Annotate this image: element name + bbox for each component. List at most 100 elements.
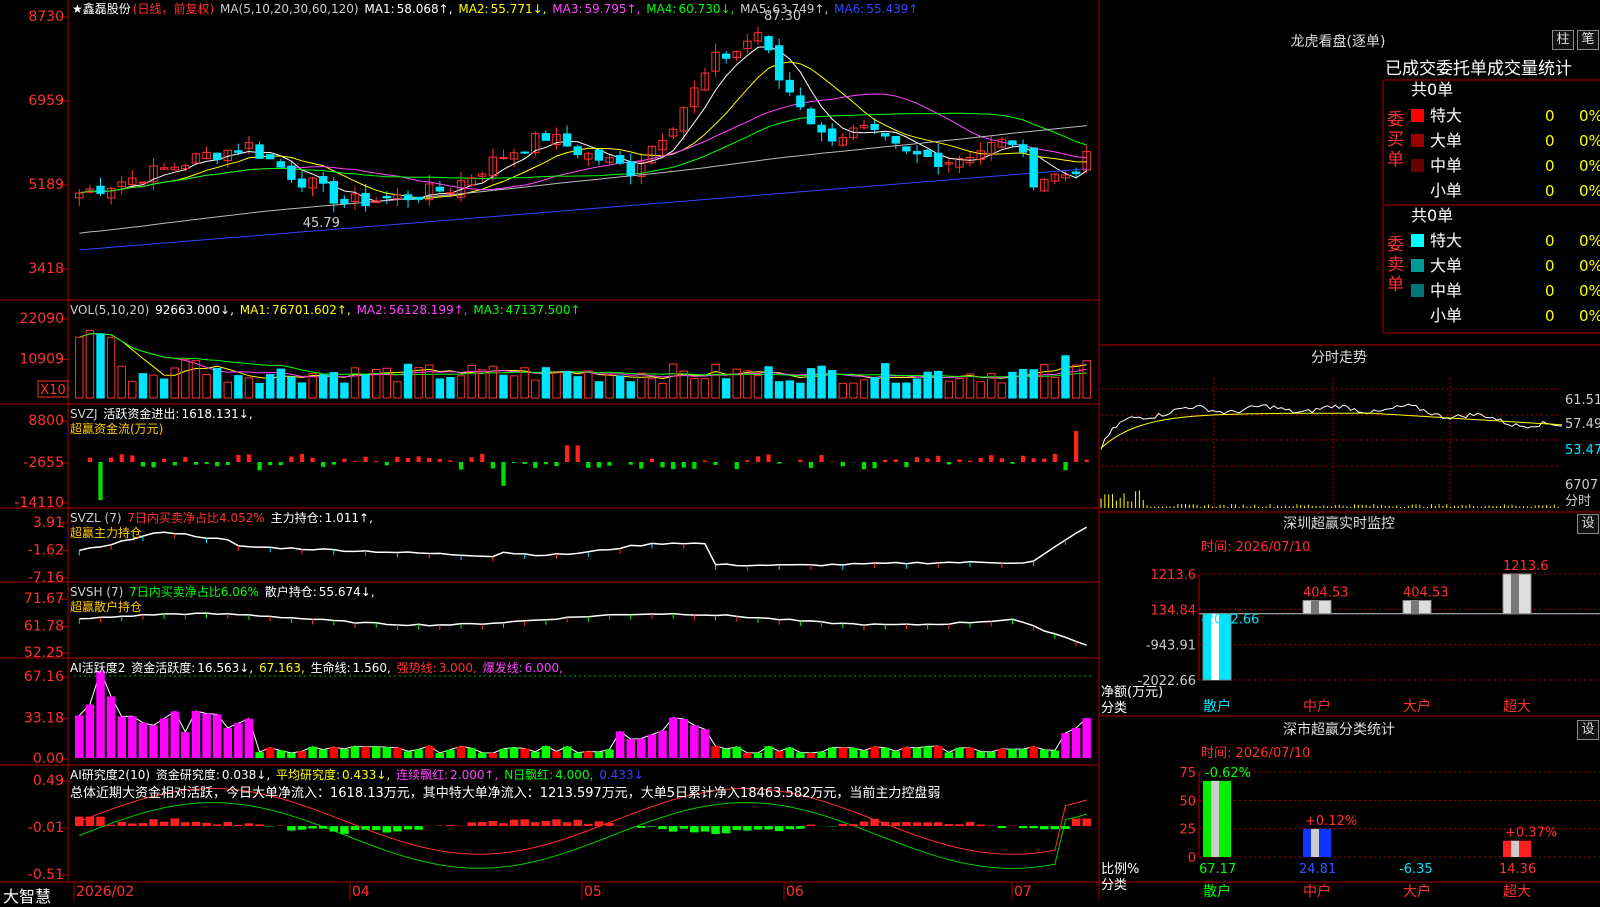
buy-row-pct: 0% xyxy=(1579,156,1600,176)
volume-bar xyxy=(595,382,602,398)
x-axis-label: 05 xyxy=(584,884,602,900)
ai-nred-label: N日飘红: xyxy=(504,768,553,782)
tab-zhu[interactable]: 柱 xyxy=(1552,30,1574,50)
buy-row-count: 0 xyxy=(1545,156,1555,176)
intraday-price-line xyxy=(1101,404,1562,449)
volume-bar xyxy=(351,368,358,398)
research-bar xyxy=(860,822,868,826)
flow-bar xyxy=(703,461,707,462)
chart-canvas[interactable]: 873069595189341887.3045.792209010909X108… xyxy=(0,0,1600,900)
flow-bar xyxy=(565,445,569,462)
sz-monitor-settings-button[interactable]: 设 xyxy=(1577,514,1599,534)
activity-bar xyxy=(616,731,624,758)
flow-bar xyxy=(300,454,304,462)
flow-bar xyxy=(173,462,177,465)
activity-bar xyxy=(245,719,253,758)
flow-bar xyxy=(417,456,421,462)
flow-bar xyxy=(926,458,930,462)
buy-row-name: 中单 xyxy=(1430,156,1462,175)
research-bar xyxy=(669,826,677,832)
research-bar xyxy=(86,817,94,826)
candle-body xyxy=(235,151,242,153)
research-bar xyxy=(160,822,168,826)
buy-row-3: 小单00% xyxy=(1411,181,1596,201)
ai-life-label: 生命线: xyxy=(311,661,351,675)
volume-bar xyxy=(139,374,146,398)
buy-row-0: 特大00% xyxy=(1411,106,1596,126)
flow-bar xyxy=(512,462,516,463)
vol-ma3-value: 47137.500↑ xyxy=(506,303,581,317)
activity-bar xyxy=(679,719,687,758)
flow-bar xyxy=(215,462,219,466)
flow-bar xyxy=(321,462,325,467)
candle-body xyxy=(722,54,729,58)
vol-ytick-22090: 22090 xyxy=(19,311,64,327)
sz-class-settings-button[interactable]: 设 xyxy=(1577,720,1599,740)
svsh-title: SVSH (7) xyxy=(70,585,123,599)
flow-bar xyxy=(915,457,919,462)
ai-strong-value: 3.000, xyxy=(439,661,477,675)
sell-row-name: 特大 xyxy=(1430,231,1462,250)
flow-bar xyxy=(639,462,643,469)
research-bar xyxy=(690,826,698,832)
activity-bar xyxy=(170,711,178,758)
volume-bar xyxy=(118,366,125,398)
activity-bar xyxy=(457,746,465,758)
sz-class-ytick: 75 xyxy=(1179,766,1196,781)
svzj-ytick-top: 8800 xyxy=(28,413,64,429)
activity-bar xyxy=(839,748,847,758)
flow-bar xyxy=(629,462,633,465)
ma2-value: 55.771↓, xyxy=(491,2,547,16)
volume-bar xyxy=(394,382,401,398)
research-bar xyxy=(722,826,730,833)
flow-bar xyxy=(141,462,145,467)
volume-bar xyxy=(765,367,772,398)
volume-bar xyxy=(404,364,411,398)
svsh-ytick-mid: 61.78 xyxy=(24,619,64,635)
flow-bar xyxy=(109,457,113,462)
candle-body xyxy=(319,177,326,184)
activity-bar xyxy=(563,746,571,758)
sz-monitor-category: 大户 xyxy=(1403,698,1431,715)
activity-bar xyxy=(75,715,83,758)
research-bar xyxy=(998,826,1006,828)
research-bar xyxy=(520,819,528,826)
research-bar xyxy=(923,822,931,826)
candle-body xyxy=(828,129,835,141)
candle-body xyxy=(627,162,634,175)
volume-bar xyxy=(1009,372,1016,398)
volume-bar xyxy=(1062,356,1069,398)
volume-bar xyxy=(182,360,189,398)
svzl-title: SVZL (7) xyxy=(70,511,122,525)
ma3-label: MA3: xyxy=(552,2,582,16)
buy-swatch xyxy=(1411,134,1424,147)
research-bar xyxy=(245,823,253,826)
research-bar xyxy=(361,826,369,830)
candle-body xyxy=(563,134,570,146)
sell-row-name: 大单 xyxy=(1430,256,1462,275)
flow-bar xyxy=(247,454,251,462)
stock-name[interactable]: ★鑫磊股份 xyxy=(72,2,131,16)
ai-active-v2: 67.163, xyxy=(259,661,305,675)
research-bar xyxy=(945,824,953,826)
activity-bar xyxy=(976,752,984,758)
flow-bar xyxy=(597,462,601,468)
flow-bar xyxy=(130,455,134,462)
intraday-vol-label: 6707 xyxy=(1565,478,1598,493)
activity-bar xyxy=(605,749,613,758)
volume-bar xyxy=(585,371,592,398)
ai-active-label: 资金活跃度: xyxy=(131,661,195,675)
tab-bi[interactable]: 笔 xyxy=(1577,30,1599,50)
volume-bar xyxy=(998,383,1005,398)
ai-active-title: AI活跃度2 xyxy=(70,661,125,675)
candle-body xyxy=(415,197,422,199)
activity-bar xyxy=(510,747,518,758)
flow-bar xyxy=(491,462,495,468)
volume-bar xyxy=(213,368,220,398)
ai-burst-value: 6.000, xyxy=(525,661,563,675)
sell-row-count: 0 xyxy=(1545,281,1555,301)
research-bar xyxy=(807,825,815,826)
ma4-label: MA4: xyxy=(646,2,676,16)
candle-body xyxy=(383,196,390,197)
volume-bar xyxy=(786,381,793,398)
